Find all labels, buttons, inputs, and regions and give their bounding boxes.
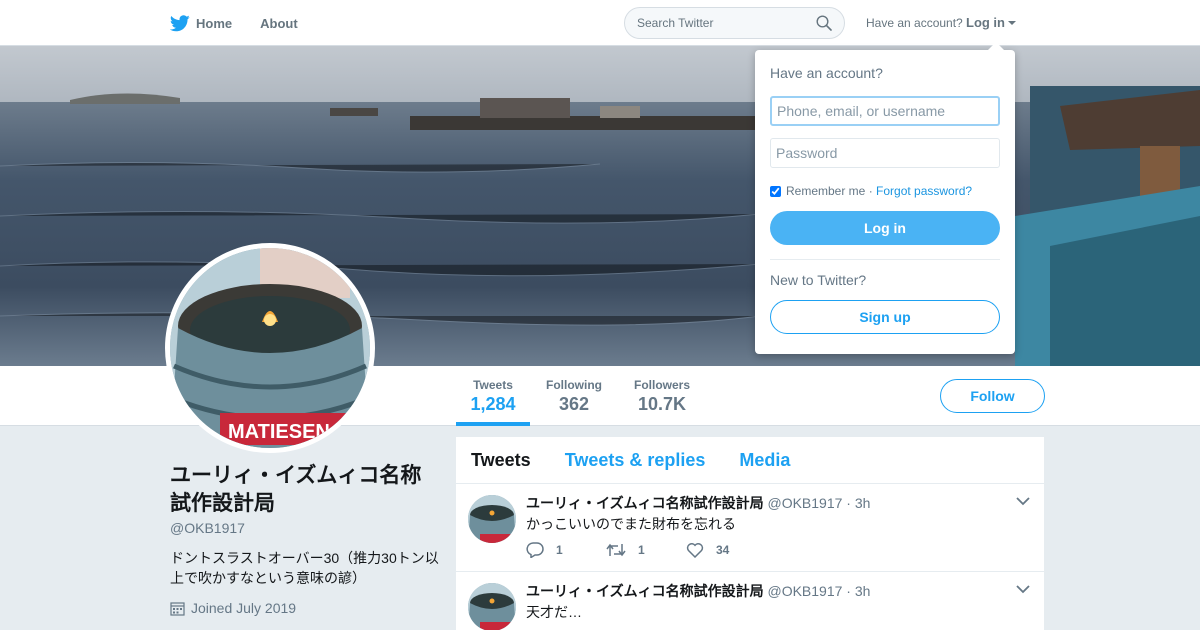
retweet-count: 1 xyxy=(638,543,645,557)
tweet-actions: 1 1 34 xyxy=(526,542,766,558)
timeline-tabs: Tweets Tweets & replies Media xyxy=(456,437,1044,484)
active-stat-indicator xyxy=(456,422,530,426)
remember-me-row: Remember me · Forgot password? xyxy=(770,184,1000,198)
search-icon[interactable] xyxy=(816,15,832,31)
tweet-text: 天才だ… xyxy=(526,604,582,620)
stat-following-label: Following xyxy=(546,378,602,392)
about-label: About xyxy=(260,15,298,31)
tweet-header: ユーリィ・イズムィコ名称試作設計局 @OKB1917 · 3h xyxy=(526,493,870,513)
login-menu-toggle[interactable]: Log in xyxy=(966,15,1016,30)
stat-following[interactable]: Following 362 xyxy=(540,378,608,415)
reply-count: 1 xyxy=(556,543,563,557)
chevron-down-icon[interactable] xyxy=(1016,584,1030,594)
profile-name[interactable]: ユーリィ・イズムィコ名称試作設計局 xyxy=(170,462,440,518)
tweet-avatar-image xyxy=(468,583,516,630)
stat-followers-value: 10.7K xyxy=(637,394,687,414)
stat-tweets-value: 1,284 xyxy=(470,394,516,414)
login-dropdown: Have an account? Remember me · Forgot pa… xyxy=(755,42,1015,354)
joined-date-row: Joined July 2019 xyxy=(170,600,440,616)
tweet-item[interactable]: ユーリィ・イズムィコ名称試作設計局 @OKB1917 · 3h 天才だ… xyxy=(456,572,1044,630)
username-field[interactable] xyxy=(770,96,1000,126)
tab-media[interactable]: Media xyxy=(739,450,790,471)
stat-followers[interactable]: Followers 10.7K xyxy=(628,378,696,415)
remember-me-label[interactable]: Remember me xyxy=(786,184,865,198)
dropdown-divider xyxy=(770,259,1000,260)
nav-left: Home About xyxy=(170,0,326,46)
tweet-avatar[interactable] xyxy=(468,583,516,630)
login-link-label: Log in xyxy=(966,15,1005,30)
tab-tweets-and-replies[interactable]: Tweets & replies xyxy=(565,450,706,471)
tweet-author-handle[interactable]: @OKB1917 xyxy=(767,583,842,599)
chevron-down-icon[interactable] xyxy=(1016,496,1030,506)
profile-info: ユーリィ・イズムィコ名称試作設計局 @OKB1917 ドントスラストオーバー30… xyxy=(170,462,440,616)
forgot-password-link[interactable]: Forgot password? xyxy=(876,184,972,198)
barrel-fire-image: MATIESEN xyxy=(170,248,370,448)
timeline: Tweets Tweets & replies Media ユーリィ・イズムィコ… xyxy=(456,437,1044,630)
tweet-avatar-image xyxy=(468,495,516,543)
login-submit-button[interactable]: Log in xyxy=(770,211,1000,245)
home-label: Home xyxy=(196,15,233,31)
avatar-label-text: MATIESEN xyxy=(228,421,330,443)
about-link[interactable]: About xyxy=(260,16,298,31)
tweet-author-name[interactable]: ユーリィ・イズムィコ名称試作設計局 xyxy=(526,583,764,599)
like-button[interactable]: 34 xyxy=(686,542,766,558)
tab-tweets[interactable]: Tweets xyxy=(471,450,531,471)
calendar-icon xyxy=(170,601,185,616)
tweet-text: かっこいいのでまた財布を忘れる xyxy=(526,516,736,532)
profile-bio: ドントスラストオーバー30（推力30トン以上で吹かすなという意味の諺） xyxy=(170,550,439,586)
profile-avatar[interactable]: MATIESEN xyxy=(165,243,375,453)
retweet-icon xyxy=(606,543,626,557)
signup-button[interactable]: Sign up xyxy=(770,300,1000,334)
tweet-timestamp[interactable]: · 3h xyxy=(846,495,870,511)
caret-down-icon xyxy=(1008,20,1016,25)
search-input[interactable] xyxy=(637,16,816,30)
stat-following-value: 362 xyxy=(558,394,590,414)
tweet-avatar[interactable] xyxy=(468,495,516,543)
search-box[interactable] xyxy=(624,7,845,39)
tweet-author-handle[interactable]: @OKB1917 xyxy=(767,495,842,511)
tweet-timestamp[interactable]: · 3h xyxy=(846,583,870,599)
password-field[interactable] xyxy=(770,138,1000,168)
twitter-bird-icon xyxy=(170,14,190,31)
tweet-author-name[interactable]: ユーリィ・イズムィコ名称試作設計局 xyxy=(526,495,764,511)
remember-me-checkbox[interactable] xyxy=(770,185,781,197)
reply-icon xyxy=(526,542,544,558)
tweet-item[interactable]: ユーリィ・イズムィコ名称試作設計局 @OKB1917 · 3h かっこいいのでま… xyxy=(456,484,1044,572)
stat-followers-label: Followers xyxy=(633,378,690,392)
stat-tweets[interactable]: Tweets 1,284 xyxy=(458,378,528,415)
top-navigation-bar: Home About Have an account? Log in xyxy=(0,0,1200,46)
tweet-header: ユーリィ・イズムィコ名称試作設計局 @OKB1917 · 3h xyxy=(526,581,870,601)
remember-separator: · xyxy=(865,184,877,198)
joined-date: Joined July 2019 xyxy=(191,600,297,616)
account-prompt: Have an account? xyxy=(866,16,963,30)
home-link[interactable]: Home xyxy=(170,14,233,32)
retweet-button[interactable]: 1 xyxy=(606,542,686,558)
reply-button[interactable]: 1 xyxy=(526,542,606,558)
follow-button[interactable]: Follow xyxy=(940,379,1045,413)
new-to-twitter-prompt: New to Twitter? xyxy=(770,272,867,288)
login-dropdown-title: Have an account? xyxy=(770,65,883,81)
like-count: 34 xyxy=(716,543,730,557)
stat-tweets-label: Tweets xyxy=(473,378,513,392)
profile-handle[interactable]: @OKB1917 xyxy=(170,520,440,536)
heart-icon xyxy=(686,543,704,558)
